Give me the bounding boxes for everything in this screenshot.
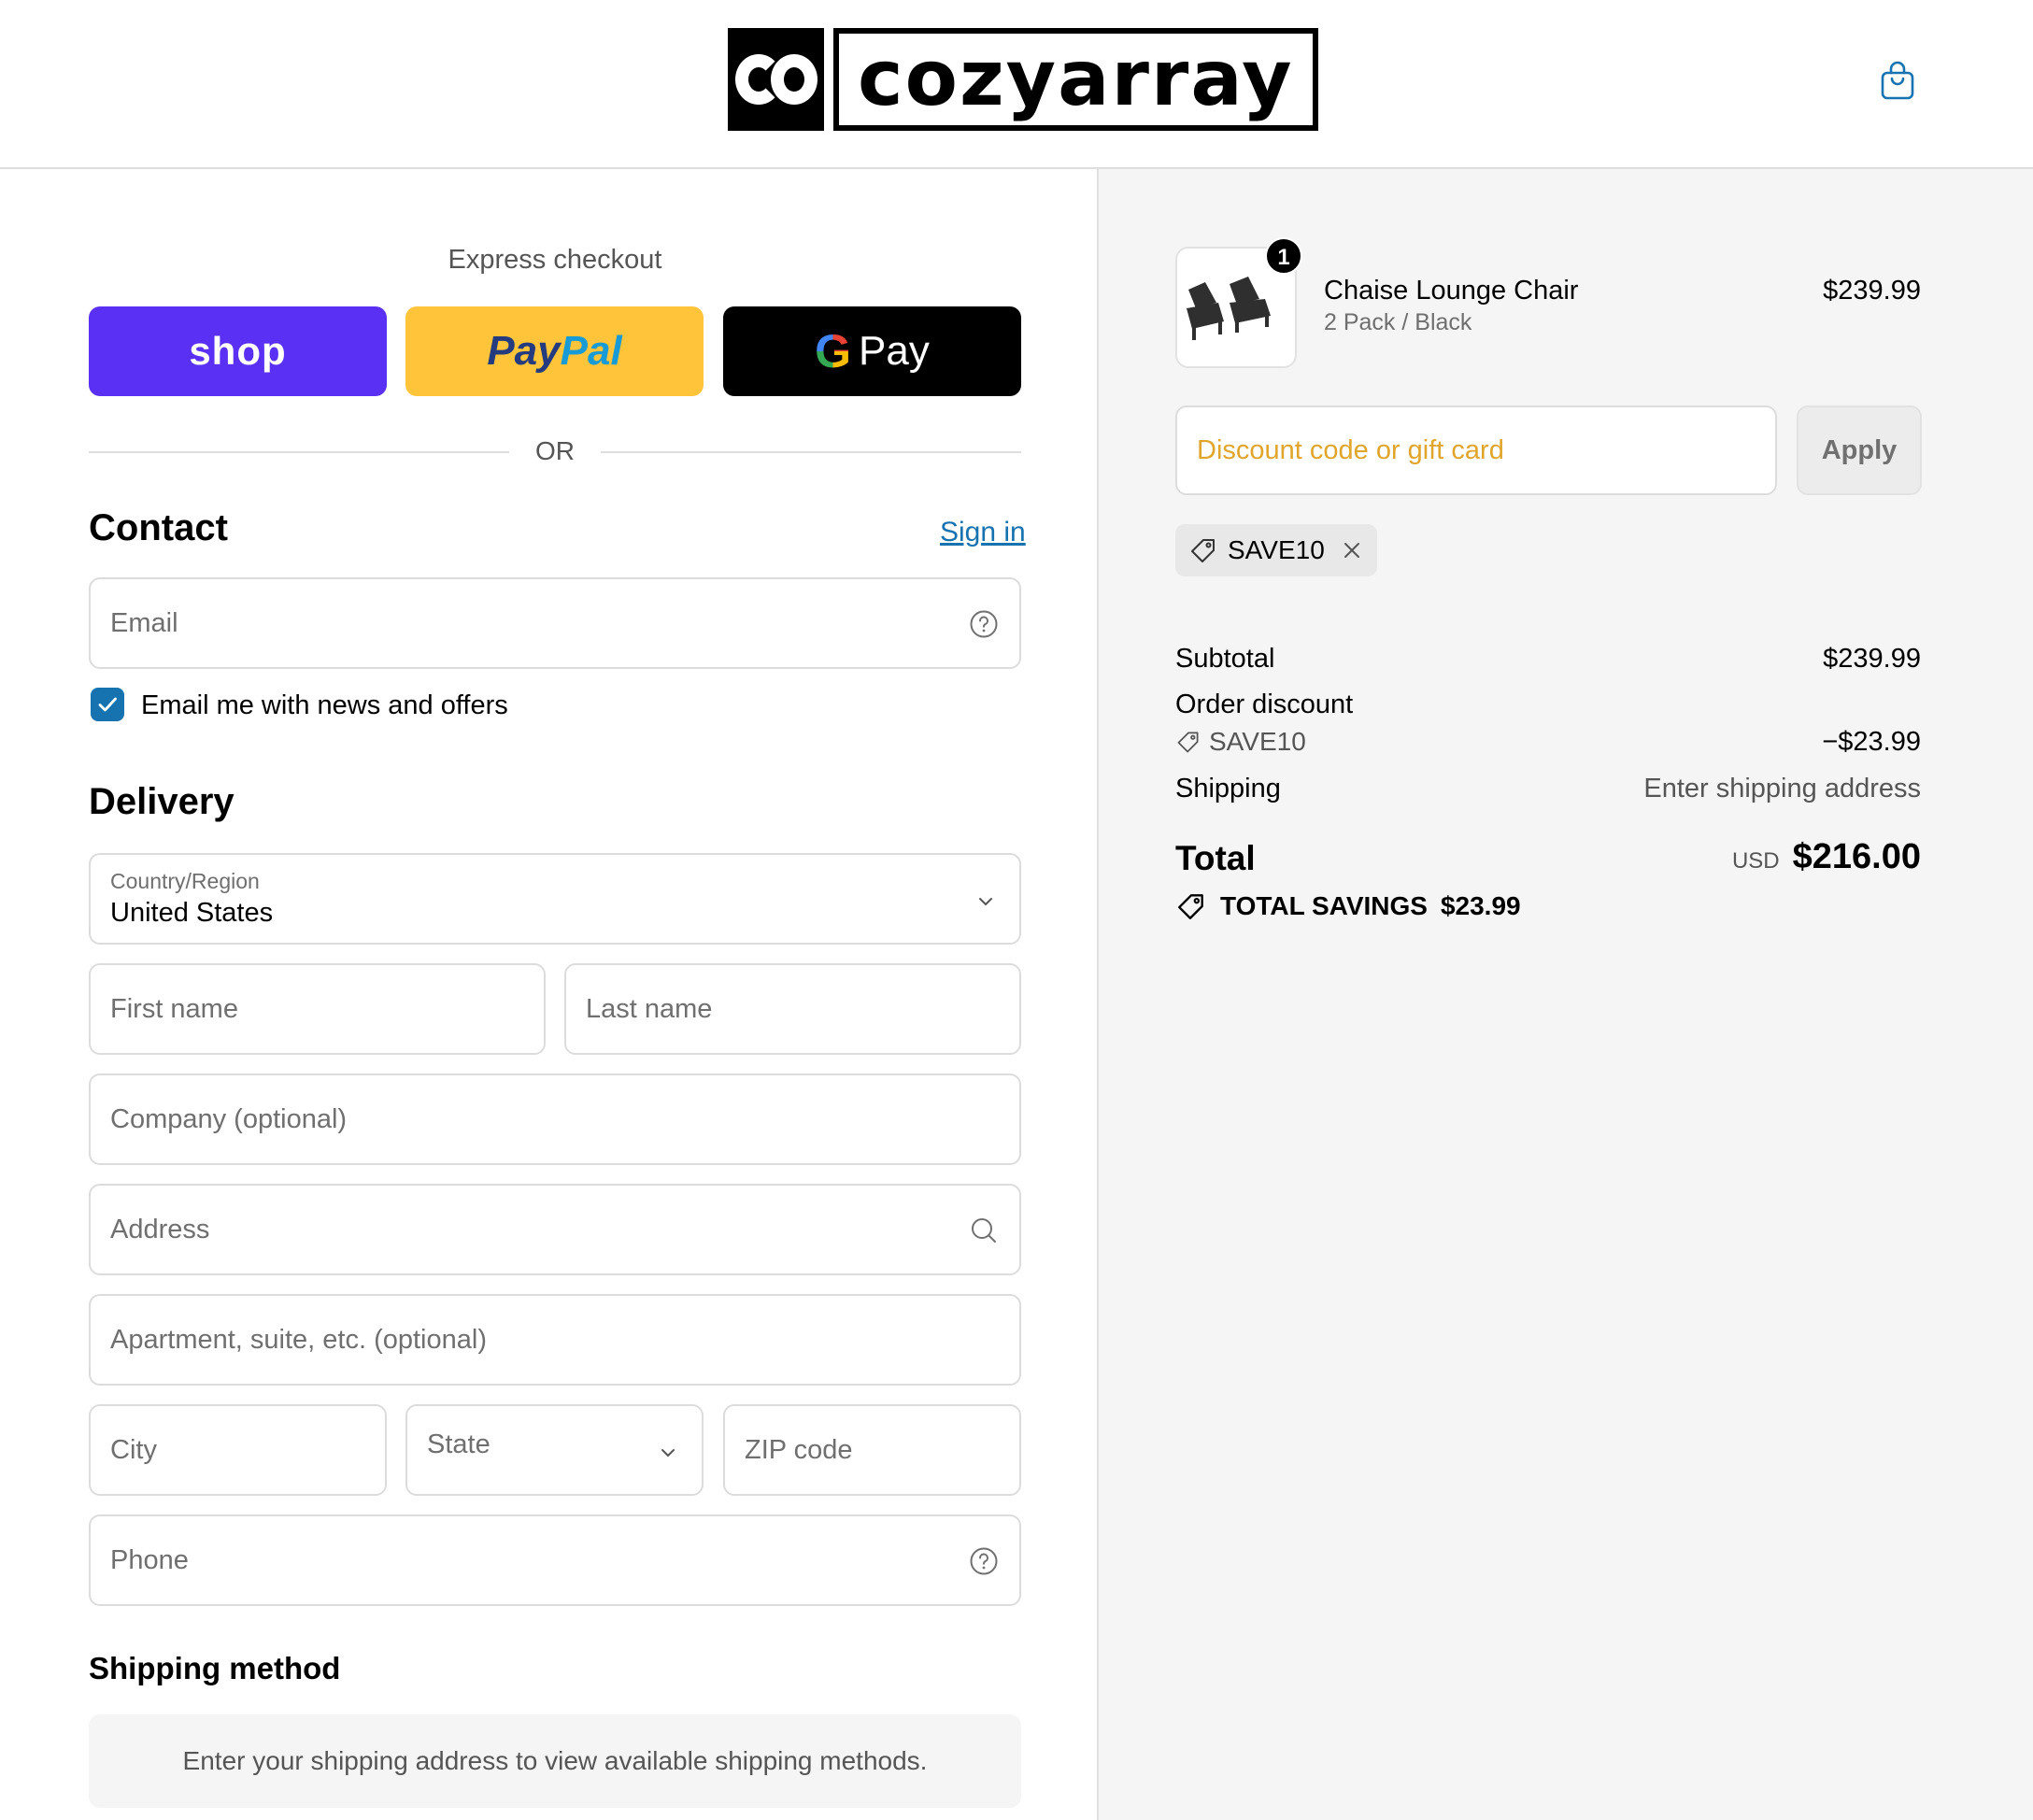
apartment-input[interactable] <box>91 1296 1019 1384</box>
chevron-down-icon <box>661 1449 675 1457</box>
email-field[interactable] <box>89 577 1021 669</box>
company-field[interactable] <box>89 1074 1021 1165</box>
zip-input[interactable] <box>725 1406 1019 1494</box>
subtotal-label: Subtotal <box>1175 644 1275 674</box>
chevron-down-icon <box>979 898 992 905</box>
shipping-method-notice: Enter your shipping address to view avai… <box>89 1714 1021 1808</box>
paypal-label-pay: Pay <box>487 328 561 374</box>
chaise-lounge-image <box>1187 277 1271 340</box>
total-amount: USD $216.00 <box>1732 837 1921 877</box>
tag-icon <box>1177 732 1199 753</box>
tag-icon <box>1191 539 1215 562</box>
newsletter-label: Email me with news and offers <box>141 690 508 720</box>
total-value: $216.00 <box>1792 837 1921 876</box>
first-name-field[interactable] <box>89 963 546 1055</box>
phone-field[interactable] <box>89 1514 1021 1606</box>
apartment-field[interactable] <box>89 1294 1021 1386</box>
shop-pay-button[interactable]: shop <box>89 306 387 396</box>
help-circle-icon[interactable] <box>969 1546 999 1576</box>
total-savings-label: TOTAL SAVINGS <box>1220 891 1428 920</box>
apply-discount-button[interactable]: Apply <box>1797 405 1922 495</box>
city-input[interactable] <box>91 1406 385 1494</box>
google-g-icon: G <box>815 325 852 377</box>
product-variant: 2 Pack / Black <box>1324 309 1472 335</box>
sign-in-link[interactable]: Sign in <box>940 517 1026 548</box>
logo-wordmark: cozyarray <box>833 28 1318 131</box>
address-field[interactable] <box>89 1184 1021 1275</box>
email-input[interactable] <box>91 579 1019 667</box>
order-summary-panel: 1 Chaise Lounge Chair 2 Pack / Black $23… <box>1097 169 2033 1820</box>
product-price: $239.99 <box>1823 276 1921 306</box>
address-input[interactable] <box>91 1186 1019 1273</box>
shop-pay-label: shop <box>189 329 287 373</box>
country-value: United States <box>110 898 274 928</box>
shipping-label: Shipping <box>1175 774 1281 803</box>
delivery-heading: Delivery <box>89 781 235 822</box>
express-checkout-title: Express checkout <box>448 245 662 275</box>
shipping-value: Enter shipping address <box>1643 774 1921 803</box>
total-label: Total <box>1175 839 1256 877</box>
state-select[interactable]: State <box>405 1404 704 1496</box>
google-pay-button[interactable]: G Pay <box>723 306 1021 396</box>
country-label: Country/Region <box>110 869 260 893</box>
or-label: OR <box>535 436 575 465</box>
newsletter-checkbox[interactable] <box>91 688 124 721</box>
currency-code: USD <box>1731 848 1780 874</box>
store-logo[interactable]: cozyarray <box>728 27 1318 132</box>
discount-field[interactable] <box>1175 405 1777 495</box>
order-discount-value: −$23.99 <box>1822 727 1921 757</box>
shipping-method-heading: Shipping method <box>89 1651 341 1685</box>
quantity-badge: 1 <box>1265 237 1302 275</box>
company-input[interactable] <box>91 1075 1019 1163</box>
last-name-field[interactable] <box>564 963 1021 1055</box>
checkout-form-panel: Express checkout shop Pay Pal G Pay OR Co… <box>0 169 1097 1820</box>
tag-icon <box>1178 894 1203 919</box>
order-discount-code-row: SAVE10 <box>1175 727 1306 757</box>
city-field[interactable] <box>89 1404 387 1496</box>
applied-discount-chip: SAVE10 <box>1175 524 1377 576</box>
phone-input[interactable] <box>91 1516 1019 1604</box>
discount-input[interactable] <box>1177 407 1775 493</box>
country-select[interactable]: Country/Region United States <box>89 853 1021 945</box>
checkmark-icon <box>98 697 117 712</box>
applied-discount-code: SAVE10 <box>1228 535 1325 564</box>
last-name-input[interactable] <box>566 965 1019 1053</box>
order-discount-code: SAVE10 <box>1209 727 1306 756</box>
order-discount-label: Order discount <box>1175 690 1354 719</box>
state-placeholder: State <box>427 1429 490 1459</box>
paypal-button[interactable]: Pay Pal <box>405 306 704 396</box>
google-pay-label: Pay <box>859 328 930 374</box>
search-icon[interactable] <box>969 1216 999 1245</box>
header: cozyarray <box>0 0 2033 169</box>
total-savings: TOTAL SAVINGS $23.99 <box>1175 890 1521 922</box>
contact-heading: Contact <box>89 507 228 548</box>
total-savings-value: $23.99 <box>1440 891 1521 920</box>
shopping-bag-icon[interactable] <box>1880 60 1915 101</box>
first-name-input[interactable] <box>91 965 544 1053</box>
product-name: Chaise Lounge Chair <box>1324 276 1579 306</box>
subtotal-value: $239.99 <box>1823 644 1921 674</box>
help-circle-icon[interactable] <box>969 609 999 639</box>
logo-mark-icon <box>728 28 824 131</box>
remove-discount-close-icon[interactable] <box>1342 540 1362 561</box>
or-divider: OR <box>89 433 1021 470</box>
zip-field[interactable] <box>723 1404 1021 1496</box>
paypal-label-pal: Pal <box>560 328 622 374</box>
